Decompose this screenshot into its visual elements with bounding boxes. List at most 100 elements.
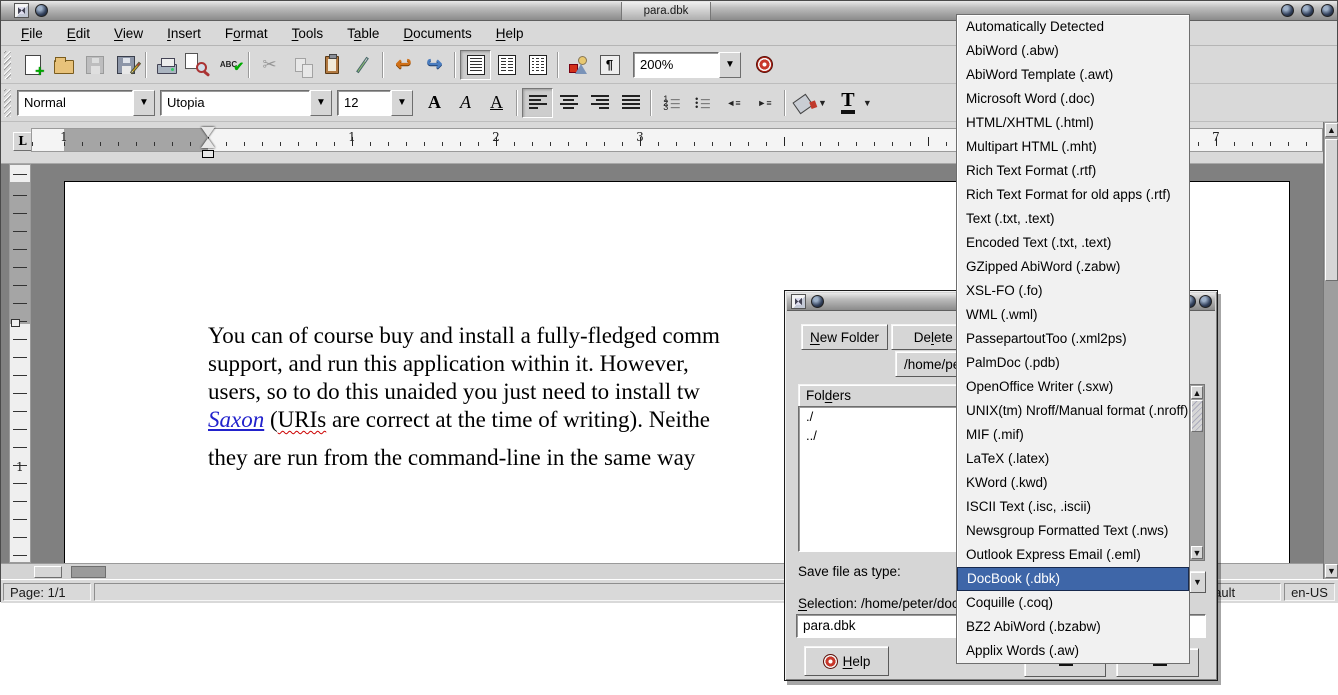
menu-insert[interactable]: Insert: [157, 23, 211, 44]
three-column-view-button[interactable]: [522, 50, 553, 80]
redo-button[interactable]: ↪: [419, 50, 450, 80]
scroll-down-arrow[interactable]: ▼: [1325, 564, 1338, 578]
file-type-option[interactable]: XSL-FO (.fo): [957, 279, 1189, 303]
left-indent-marker[interactable]: [201, 138, 215, 148]
file-type-combo-arrow[interactable]: ▼: [1189, 571, 1206, 593]
font-color-dropdown-arrow[interactable]: ▼: [863, 98, 872, 108]
zoom-combo[interactable]: 200% ▼: [633, 52, 741, 78]
spellcheck-button[interactable]: ABC: [213, 50, 244, 80]
file-type-option[interactable]: Automatically Detected: [957, 15, 1189, 39]
document-text[interactable]: You can of course buy and install a full…: [208, 322, 720, 472]
text-line[interactable]: they are run from the command-line in th…: [208, 444, 720, 472]
file-type-option[interactable]: AbiWord (.abw): [957, 39, 1189, 63]
zoom-value[interactable]: 200%: [633, 52, 719, 78]
text-line[interactable]: users, so to do this unaided you just ne…: [208, 378, 720, 406]
underline-button[interactable]: A: [481, 88, 512, 118]
close-button[interactable]: [1321, 4, 1334, 17]
file-type-option[interactable]: Multipart HTML (.mht): [957, 135, 1189, 159]
align-center-button[interactable]: [553, 88, 584, 118]
dialog-help-button[interactable]: Help: [804, 646, 889, 676]
menu-table[interactable]: Table: [337, 23, 389, 44]
file-type-option[interactable]: Rich Text Format (.rtf): [957, 159, 1189, 183]
help-button[interactable]: [749, 50, 780, 80]
files-scroll-up-arrow[interactable]: ▲: [1191, 386, 1203, 399]
vertical-scrollbar-thumb[interactable]: [1325, 139, 1338, 281]
first-line-indent-marker[interactable]: [201, 127, 215, 137]
minimize-button[interactable]: [1281, 4, 1294, 17]
file-type-option[interactable]: HTML/XHTML (.html): [957, 111, 1189, 135]
one-column-view-button[interactable]: [460, 50, 491, 80]
toolbar-grip[interactable]: [4, 51, 11, 79]
undo-button[interactable]: ↩: [388, 50, 419, 80]
toolbar-grip[interactable]: [4, 89, 11, 117]
style-value[interactable]: Normal: [17, 90, 133, 116]
files-list-scrollbar[interactable]: ▲ ▼: [1189, 384, 1205, 561]
copy-button[interactable]: [285, 50, 316, 80]
align-right-button[interactable]: [584, 88, 615, 118]
text-line[interactable]: You can of course buy and install a full…: [208, 322, 720, 350]
folder-item[interactable]: ./: [799, 407, 982, 426]
open-button[interactable]: [48, 50, 79, 80]
font-color-button[interactable]: T: [835, 88, 861, 118]
window-menu-button[interactable]: [35, 4, 48, 17]
font-combo[interactable]: Utopia ▼: [160, 90, 332, 116]
file-type-option[interactable]: LaTeX (.latex): [957, 447, 1189, 471]
new-folder-button[interactable]: New Folder: [801, 324, 888, 350]
show-formatting-button[interactable]: ¶: [594, 50, 625, 80]
bullet-list-button[interactable]: • —• —• —: [687, 88, 718, 118]
file-type-option[interactable]: DocBook (.dbk): [957, 567, 1189, 591]
file-type-option[interactable]: WML (.wml): [957, 303, 1189, 327]
menu-edit[interactable]: Edit: [57, 23, 100, 44]
font-size-combo[interactable]: 12 ▼: [337, 90, 413, 116]
text-line[interactable]: Saxon (URIs are correct at the time of w…: [208, 406, 720, 434]
file-type-option[interactable]: KWord (.kwd): [957, 471, 1189, 495]
justify-button[interactable]: [615, 88, 646, 118]
indent-base-marker[interactable]: [202, 150, 214, 158]
save-button[interactable]: [79, 50, 110, 80]
menu-help[interactable]: Help: [486, 23, 534, 44]
file-type-option[interactable]: ISCII Text (.isc, .iscii): [957, 495, 1189, 519]
menu-tools[interactable]: Tools: [282, 23, 334, 44]
italic-button[interactable]: A: [450, 88, 481, 118]
paste-button[interactable]: [316, 50, 347, 80]
dialog-window-menu-button[interactable]: [811, 295, 824, 308]
misspelled-word[interactable]: URIs: [278, 407, 327, 432]
increase-indent-button[interactable]: ►≡: [749, 88, 780, 118]
file-type-option[interactable]: Applix Words (.aw): [957, 639, 1189, 663]
file-type-popup[interactable]: Automatically DetectedAbiWord (.abw)AbiW…: [956, 14, 1190, 664]
highlight-color-dropdown-arrow[interactable]: ▼: [818, 98, 827, 108]
folder-item[interactable]: ../: [799, 426, 982, 445]
two-column-view-button[interactable]: [491, 50, 522, 80]
file-type-option[interactable]: Text (.txt, .text): [957, 207, 1189, 231]
file-type-option[interactable]: Encoded Text (.txt, .text): [957, 231, 1189, 255]
file-type-option[interactable]: Rich Text Format for old apps (.rtf): [957, 183, 1189, 207]
cut-button[interactable]: ✂: [254, 50, 285, 80]
align-left-button[interactable]: [522, 88, 553, 118]
file-type-option[interactable]: BZ2 AbiWord (.bzabw): [957, 615, 1189, 639]
file-type-option[interactable]: MIF (.mif): [957, 423, 1189, 447]
menu-view[interactable]: View: [104, 23, 153, 44]
decrease-indent-button[interactable]: ◄≡: [718, 88, 749, 118]
font-size-dropdown-arrow[interactable]: ▼: [391, 90, 413, 116]
new-document-button[interactable]: [17, 50, 48, 80]
maximize-button[interactable]: [1301, 4, 1314, 17]
dialog-close-button[interactable]: [1199, 295, 1212, 308]
bold-button[interactable]: A: [419, 88, 450, 118]
hyperlink[interactable]: Saxon: [208, 407, 264, 432]
file-type-option[interactable]: OpenOffice Writer (.sxw): [957, 375, 1189, 399]
font-value[interactable]: Utopia: [160, 90, 310, 116]
highlight-color-button[interactable]: [790, 88, 816, 118]
horizontal-scrollbar-thumb[interactable]: [34, 566, 62, 578]
file-type-option[interactable]: Coquille (.coq): [957, 591, 1189, 615]
menu-file[interactable]: File: [11, 23, 53, 44]
menu-format[interactable]: Format: [215, 23, 278, 44]
files-scroll-down-arrow[interactable]: ▼: [1191, 546, 1203, 559]
tab-stop-selector-button[interactable]: L: [13, 132, 32, 151]
files-scrollbar-thumb[interactable]: [1191, 400, 1203, 432]
file-type-option[interactable]: PalmDoc (.pdb): [957, 351, 1189, 375]
file-type-option[interactable]: Outlook Express Email (.eml): [957, 543, 1189, 567]
font-size-value[interactable]: 12: [337, 90, 391, 116]
style-combo[interactable]: Normal ▼: [17, 90, 155, 116]
print-preview-button[interactable]: [182, 50, 213, 80]
numbered-list-button[interactable]: 1 —2 —3 —: [656, 88, 687, 118]
